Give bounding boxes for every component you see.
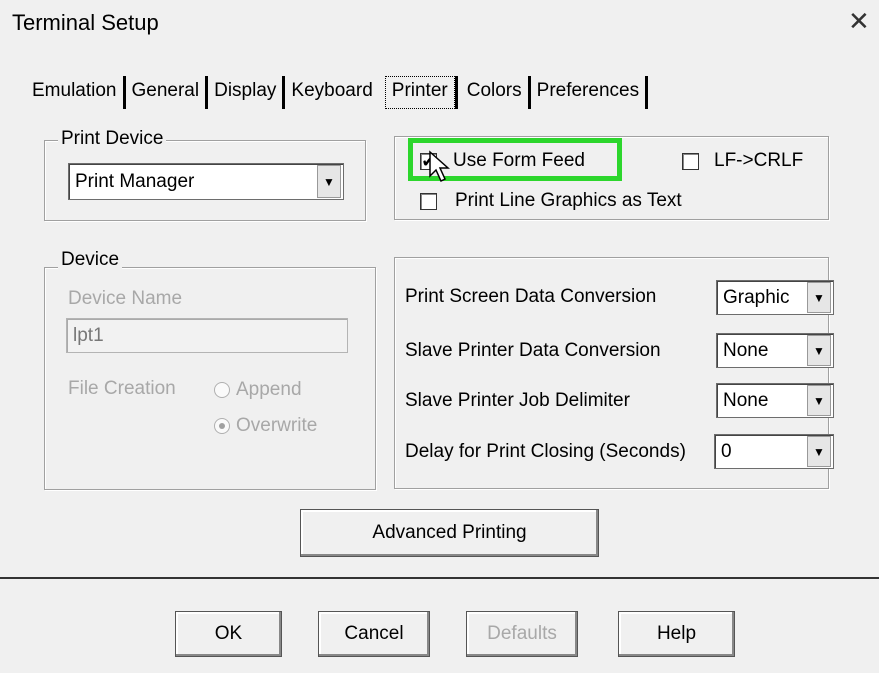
device-name-field[interactable]: lpt1 [66,318,348,353]
advanced-printing-button[interactable]: Advanced Printing [300,509,599,557]
file-creation-label: File Creation [68,378,176,399]
overwrite-radio[interactable] [214,418,230,434]
help-button[interactable]: Help [618,611,735,657]
slave-job-delimiter-value: None [723,389,769,411]
slave-conversion-select[interactable]: None ▼ [716,333,834,368]
slave-job-delimiter-select[interactable]: None ▼ [716,383,834,418]
lf-crlf-checkbox[interactable] [682,153,699,170]
window-title: Terminal Setup [12,10,159,35]
chevron-down-icon[interactable]: ▼ [807,436,831,467]
print-screen-conversion-value: Graphic [723,286,790,308]
append-radio[interactable] [214,382,230,398]
slave-job-delimiter-label: Slave Printer Job Delimiter [405,390,630,411]
overwrite-label: Overwrite [236,415,318,436]
device-legend: Device [58,249,123,271]
print-screen-conversion-label: Print Screen Data Conversion [405,286,657,307]
append-label: Append [236,379,302,400]
print-device-select[interactable]: Print Manager ▼ [68,163,344,200]
tab-keyboard[interactable]: Keyboard [285,76,378,109]
tab-colors[interactable]: Colors [461,76,531,109]
mouse-cursor-icon [429,150,450,183]
print-device-legend: Print Device [58,128,167,150]
tab-strip: Emulation General Display Keyboard Print… [20,69,649,109]
defaults-button[interactable]: Defaults [466,611,578,657]
chevron-down-icon[interactable]: ▼ [807,282,831,313]
print-device-value: Print Manager [75,170,195,192]
chevron-down-icon[interactable]: ▼ [807,385,831,416]
close-icon[interactable]: ✕ [848,6,870,37]
print-line-graphics-checkbox[interactable] [420,193,437,210]
print-line-graphics-label: Print Line Graphics as Text [455,190,682,211]
device-name-value: lpt1 [73,324,104,346]
chevron-down-icon[interactable]: ▼ [317,165,341,198]
delay-print-closing-value: 0 [721,440,732,462]
tab-preferences[interactable]: Preferences [531,76,649,109]
lf-crlf-label: LF->CRLF [714,150,804,171]
footer-area [0,580,879,673]
tab-general[interactable]: General [126,76,209,109]
cancel-button[interactable]: Cancel [318,611,430,657]
chevron-down-icon[interactable]: ▼ [807,335,831,366]
device-name-label: Device Name [68,288,183,309]
footer-separator [0,577,879,579]
tab-display[interactable]: Display [208,76,286,109]
ok-button[interactable]: OK [175,611,282,657]
slave-conversion-value: None [723,339,769,361]
slave-conversion-label: Slave Printer Data Conversion [405,340,661,361]
tab-printer[interactable]: Printer [384,76,455,109]
delay-print-closing-label: Delay for Print Closing (Seconds) [405,441,686,462]
tab-emulation[interactable]: Emulation [20,76,126,109]
print-screen-conversion-select[interactable]: Graphic ▼ [716,280,834,315]
delay-print-closing-select[interactable]: 0 ▼ [714,434,834,469]
